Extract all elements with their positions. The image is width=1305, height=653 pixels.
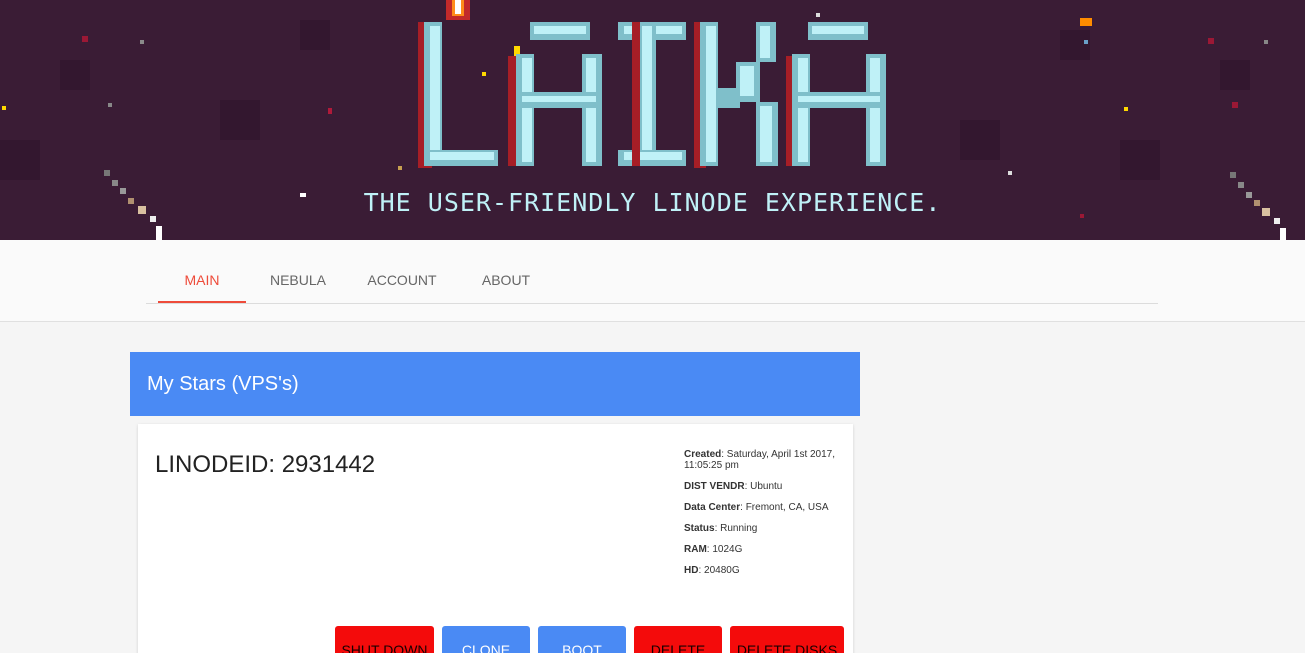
tab-bar: MAIN NEBULA ACCOUNT ABOUT [146, 240, 1158, 304]
tab-nebula[interactable]: NEBULA [256, 240, 340, 303]
section-header: My Stars (VPS's) [130, 352, 860, 416]
tab-account[interactable]: ACCOUNT [352, 240, 452, 303]
detail-value: : Ubuntu [744, 481, 783, 492]
tab-main[interactable]: MAIN [158, 240, 246, 303]
boot-button[interactable]: BOOT [538, 626, 626, 653]
detail-value: : 20480G [698, 565, 740, 576]
shutdown-button[interactable]: SHUT DOWN [335, 626, 434, 653]
linode-id: LINODEID: 2931442 [155, 451, 376, 478]
delete-disks-button[interactable]: DELETE DISKS [730, 626, 844, 653]
detail-dist-vendor: DIST VENDR: Ubuntu [684, 481, 844, 492]
vps-details: Created: Saturday, April 1st 2017, 11:05… [684, 449, 844, 586]
detail-label: HD [684, 565, 699, 576]
detail-hd: HD: 20480G [684, 565, 844, 576]
detail-status: Status: Running [684, 523, 844, 534]
detail-created: Created: Saturday, April 1st 2017, 11:05… [684, 449, 844, 471]
vps-card: LINODEID: 2931442 Created: Saturday, Apr… [138, 424, 853, 653]
detail-label: DIST VENDR [684, 481, 745, 492]
section-title: My Stars (VPS's) [147, 373, 299, 395]
detail-ram: RAM: 1024G [684, 544, 844, 555]
delete-button[interactable]: DELETE [634, 626, 722, 653]
header-banner: THE USER-FRIENDLY LINODE EXPERIENCE. [0, 0, 1305, 240]
detail-value: : 1024G [706, 544, 743, 555]
detail-data-center: Data Center: Fremont, CA, USA [684, 502, 844, 513]
detail-label: RAM [684, 544, 707, 555]
detail-value: : Running [714, 523, 758, 534]
detail-label: Created [684, 449, 722, 460]
main-nav: MAIN NEBULA ACCOUNT ABOUT [0, 240, 1305, 322]
laika-logo [418, 22, 886, 168]
clone-button[interactable]: CLONE [442, 626, 530, 653]
detail-value: : Fremont, CA, USA [740, 502, 829, 513]
detail-label: Data Center [684, 502, 741, 513]
tagline: THE USER-FRIENDLY LINODE EXPERIENCE. [363, 188, 942, 217]
active-tab-indicator [158, 301, 246, 303]
detail-label: Status [684, 523, 715, 534]
tab-about[interactable]: ABOUT [466, 240, 546, 303]
